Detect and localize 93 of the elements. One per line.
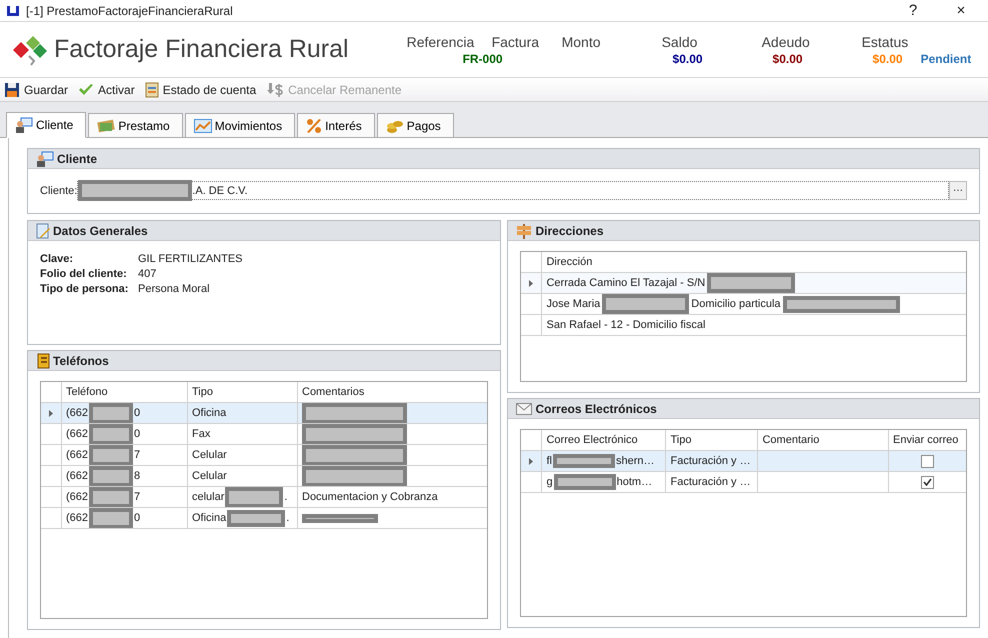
table-row[interactable]: (662 0 Oficina . (41, 508, 488, 529)
column-header: Comentarios (297, 382, 488, 402)
summary-label: Monto (562, 34, 602, 50)
summary-label: Saldo (662, 34, 698, 50)
panel-title: Correos Electrónicos (535, 402, 657, 416)
summary-value: $0.00 (772, 52, 803, 66)
table-cell: Oficina . (187, 508, 297, 528)
tab[interactable]: Cliente (6, 112, 86, 138)
redaction-bar (225, 487, 284, 507)
redaction-bar (227, 510, 286, 526)
table-cell: g hotm… (541, 472, 666, 492)
table-cell: Facturación y … (665, 451, 758, 471)
field-value: GIL FERTILIZANTES (138, 253, 244, 265)
window-title: [-1] PrestamoFactorajeFinancieraRural (26, 4, 234, 18)
percent-icon (306, 118, 322, 134)
table-row[interactable]: (662 8 Celular (41, 466, 488, 487)
table-cell: Celular (187, 445, 297, 465)
signpost-icon (516, 222, 532, 238)
app-name: Factoraje Financiera Rural (54, 35, 349, 64)
dollar-down-icon (266, 82, 284, 98)
user-card-icon (36, 150, 54, 166)
column-header: Teléfono (61, 382, 187, 402)
redaction-bar (89, 403, 134, 423)
notepad-icon (36, 222, 50, 238)
table-row[interactable]: g hotm… Facturación y … (521, 472, 966, 493)
field-label: Cliente: (40, 184, 78, 196)
table-cell: Facturación y … (665, 472, 758, 492)
client-field[interactable]: .A. DE C.V. (77, 181, 949, 200)
toolbar-button[interactable]: Activar (78, 82, 135, 96)
redaction-bar (89, 508, 134, 528)
table-cell: Fax (187, 424, 297, 444)
row-indicator-icon (49, 410, 53, 416)
redaction-bar (552, 454, 615, 468)
user-card-icon (15, 117, 33, 133)
logo-icon (12, 34, 48, 66)
table-row[interactable]: (662 0 Oficina (41, 403, 488, 424)
checkbox[interactable] (921, 476, 934, 488)
close-button[interactable]: × (940, 2, 982, 19)
field-label: Clave: (40, 253, 74, 265)
field-value: Persona Moral (138, 283, 211, 295)
column-header: Tipo (665, 430, 758, 450)
panel-title: Teléfonos (53, 354, 109, 368)
table-cell: (662 0 (61, 508, 187, 528)
envelope-icon (516, 402, 532, 414)
toolbar-button[interactable]: Estado de cuenta (144, 82, 256, 98)
summary-value: $0.00 (872, 52, 903, 66)
chart-icon (194, 118, 212, 132)
summary-value: Pendient (920, 52, 972, 66)
summary-label: Referencia (406, 34, 476, 50)
table-cell: Documentacion y Cobranza (297, 487, 488, 507)
summary-value: FR-000 (462, 52, 503, 66)
redaction-bar (89, 487, 134, 507)
column-header: Dirección (541, 252, 966, 272)
phone-book-icon (36, 352, 50, 368)
table-row[interactable]: fl shern… Facturación y … (521, 451, 966, 472)
summary-label: Adeudo (762, 34, 811, 50)
money-icon (97, 118, 116, 134)
redaction-bar (89, 466, 134, 486)
panel-title: Cliente (57, 152, 98, 166)
column-header: Correo Electrónico (541, 430, 666, 450)
table-row[interactable]: (662 0 Fax (41, 424, 488, 445)
table-cell: fl shern… (541, 451, 666, 471)
help-button[interactable]: ? (892, 2, 934, 19)
redaction-bar (554, 474, 616, 490)
row-indicator-icon (529, 458, 534, 464)
window-icon (6, 4, 20, 16)
table-row[interactable]: (662 7 Celular (41, 445, 488, 466)
checkmark-icon (78, 82, 94, 96)
column-header: Enviar correo (888, 430, 966, 450)
checkbox[interactable] (921, 454, 934, 468)
document-icon (144, 82, 159, 98)
table-cell: Oficina (187, 403, 297, 423)
table-cell: Celular (187, 466, 297, 486)
field-label: Folio del cliente: (40, 268, 128, 280)
column-header: Tipo (187, 382, 297, 402)
field-value: 407 (138, 268, 158, 280)
tab[interactable]: Pagos (376, 113, 454, 137)
tab[interactable]: Interés (297, 113, 375, 137)
redaction-bar (89, 445, 134, 465)
field-label: Tipo de persona: (40, 283, 130, 295)
table-row[interactable]: (662 7 celular . Documentacion y Cobranza (41, 487, 488, 508)
summary-label: Factura (492, 34, 540, 50)
panel-title: Direcciones (535, 224, 604, 238)
panel-title: Datos Generales (53, 224, 148, 238)
row-indicator-icon (529, 280, 534, 286)
summary-value: $0.00 (672, 52, 703, 66)
tab[interactable]: Movimientos (184, 113, 296, 137)
tab[interactable]: Prestamo (88, 113, 183, 137)
toolbar-button[interactable]: Guardar (4, 82, 68, 98)
summary-label: Estatus (862, 34, 910, 50)
redaction-bar (89, 424, 134, 444)
browse-button[interactable]: ··· (949, 181, 967, 200)
column-header: Comentario (757, 430, 888, 450)
